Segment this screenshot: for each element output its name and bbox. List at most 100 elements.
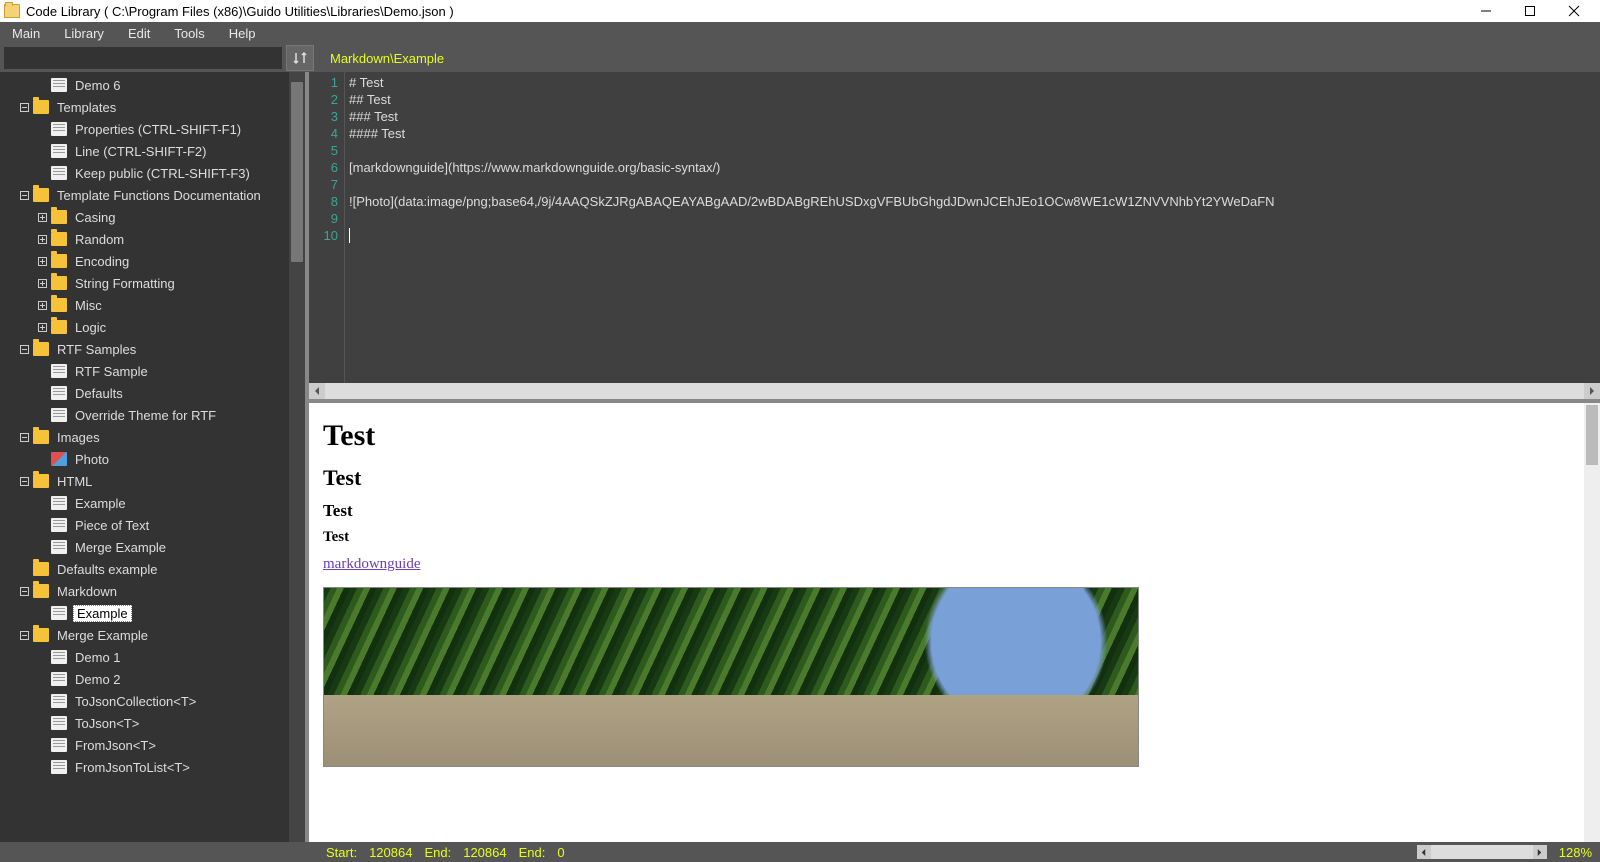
menu-item-library[interactable]: Library (52, 22, 116, 44)
status-mini-scrollbar[interactable] (1417, 845, 1547, 859)
tree-item-label: Misc (73, 298, 104, 313)
line-number: 6 (309, 159, 338, 176)
status-start-label: Start: (320, 845, 363, 860)
tree-folder[interactable]: Encoding (0, 250, 305, 272)
sort-button[interactable] (286, 45, 314, 71)
expand-icon[interactable] (36, 321, 48, 333)
tree-file[interactable]: Photo (0, 448, 305, 470)
tree-file[interactable]: Demo 2 (0, 668, 305, 690)
tree-folder[interactable]: HTML (0, 470, 305, 492)
tree-folder[interactable]: RTF Samples (0, 338, 305, 360)
line-number: 1 (309, 74, 338, 91)
maximize-button[interactable] (1508, 0, 1552, 22)
line-number: 3 (309, 108, 338, 125)
tree-file[interactable]: FromJson<T> (0, 734, 305, 756)
tree-file[interactable]: Defaults (0, 382, 305, 404)
tree-file[interactable]: Demo 1 (0, 646, 305, 668)
collapse-icon[interactable] (18, 475, 30, 487)
tree-file[interactable]: Line (CTRL-SHIFT-F2) (0, 140, 305, 162)
collapse-icon[interactable] (18, 101, 30, 113)
tree-file[interactable]: ToJson<T> (0, 712, 305, 734)
code-area[interactable]: # Test## Test### Test#### Test [markdown… (345, 72, 1600, 383)
tree-item-label: Override Theme for RTF (73, 408, 218, 423)
tree-file[interactable]: Example (0, 492, 305, 514)
tree-file[interactable]: Merge Example (0, 536, 305, 558)
tree-file[interactable]: Properties (CTRL-SHIFT-F1) (0, 118, 305, 140)
code-line (349, 210, 1600, 227)
image-icon (51, 452, 67, 466)
file-icon (51, 606, 67, 620)
menu-item-main[interactable]: Main (0, 22, 52, 44)
menu-item-tools[interactable]: Tools (162, 22, 216, 44)
tree-file[interactable]: ToJsonCollection<T> (0, 690, 305, 712)
tree-folder[interactable]: Templates (0, 96, 305, 118)
collapse-icon[interactable] (18, 189, 30, 201)
tree-file[interactable]: RTF Sample (0, 360, 305, 382)
tree-folder[interactable]: Defaults example (0, 558, 305, 580)
editor-horizontal-scrollbar[interactable] (309, 383, 1600, 399)
tree-file[interactable]: Override Theme for RTF (0, 404, 305, 426)
menu-item-edit[interactable]: Edit (116, 22, 162, 44)
sidebar-scrollbar[interactable] (289, 72, 305, 842)
statusbar: Start: 120864 End: 120864 End: 0 128% (0, 842, 1600, 862)
search-input[interactable] (4, 47, 282, 69)
close-button[interactable] (1552, 0, 1596, 22)
tree-folder[interactable]: Template Functions Documentation (0, 184, 305, 206)
tree-folder[interactable]: Images (0, 426, 305, 448)
tree-file[interactable]: Piece of Text (0, 514, 305, 536)
scroll-right-icon[interactable] (1584, 383, 1600, 399)
tree-folder[interactable]: Random (0, 228, 305, 250)
tree-file[interactable]: Keep public (CTRL-SHIFT-F3) (0, 162, 305, 184)
preview-link[interactable]: markdownguide (323, 556, 420, 572)
tree-folder[interactable]: String Formatting (0, 272, 305, 294)
collapse-icon[interactable] (18, 585, 30, 597)
preview-scrollbar[interactable] (1584, 403, 1600, 842)
line-number-gutter: 12345678910 (309, 72, 345, 383)
tree-item-label: Merge Example (73, 540, 168, 555)
scrollbar-thumb[interactable] (291, 82, 303, 262)
tree-folder[interactable]: Casing (0, 206, 305, 228)
expand-icon[interactable] (36, 211, 48, 223)
folder-icon (51, 276, 67, 290)
tree-item-label: ToJson<T> (73, 716, 141, 731)
tree-item-label: Keep public (CTRL-SHIFT-F3) (73, 166, 252, 181)
tree-file[interactable]: Example (0, 602, 305, 624)
folder-icon (33, 474, 49, 488)
tree-folder[interactable]: Merge Example (0, 624, 305, 646)
line-number: 5 (309, 142, 338, 159)
tree-file[interactable]: Demo 6 (0, 74, 305, 96)
minimize-button[interactable] (1464, 0, 1508, 22)
expand-icon[interactable] (36, 255, 48, 267)
collapse-icon[interactable] (18, 343, 30, 355)
folder-icon (51, 298, 67, 312)
scroll-left-icon[interactable] (1417, 845, 1431, 859)
tree-folder[interactable]: Misc (0, 294, 305, 316)
status-zoom[interactable]: 128% (1551, 845, 1600, 860)
app-folder-icon (4, 4, 20, 18)
workspace: Demo 6TemplatesProperties (CTRL-SHIFT-F1… (0, 72, 1600, 842)
tree-item-label: Example (73, 496, 128, 511)
tree-item-label: Logic (73, 320, 108, 335)
expand-icon[interactable] (36, 233, 48, 245)
code-editor[interactable]: 12345678910 # Test## Test### Test#### Te… (309, 72, 1600, 383)
expand-icon[interactable] (36, 299, 48, 311)
file-icon (51, 386, 67, 400)
file-icon (51, 518, 67, 532)
tree-file[interactable]: FromJsonToList<T> (0, 756, 305, 778)
scrollbar-thumb[interactable] (1586, 405, 1598, 465)
menubar: MainLibraryEditToolsHelp (0, 22, 1600, 44)
tree-item-label: Demo 1 (73, 650, 123, 665)
code-line (349, 142, 1600, 159)
expand-icon[interactable] (36, 277, 48, 289)
tree-folder[interactable]: Logic (0, 316, 305, 338)
tree-folder[interactable]: Markdown (0, 580, 305, 602)
file-icon (51, 694, 67, 708)
scroll-left-icon[interactable] (309, 383, 325, 399)
collapse-icon[interactable] (18, 629, 30, 641)
tree[interactable]: Demo 6TemplatesProperties (CTRL-SHIFT-F1… (0, 72, 305, 842)
scroll-right-icon[interactable] (1533, 845, 1547, 859)
tree-item-label: Images (55, 430, 102, 445)
status-end2-label: End: (513, 845, 552, 860)
collapse-icon[interactable] (18, 431, 30, 443)
menu-item-help[interactable]: Help (217, 22, 268, 44)
